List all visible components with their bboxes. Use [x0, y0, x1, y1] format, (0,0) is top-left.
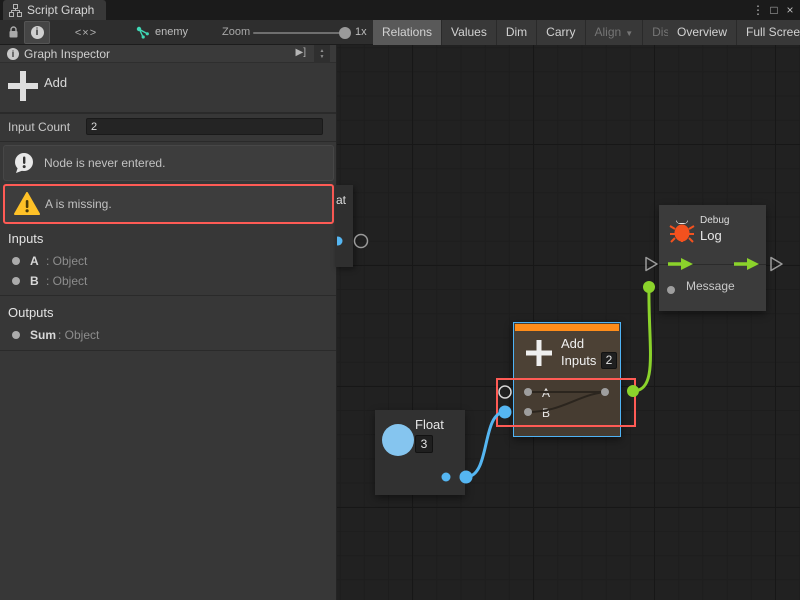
values-button[interactable]: Values [442, 20, 497, 45]
error-highlight-rect [496, 378, 636, 427]
zoom-slider-handle[interactable] [339, 27, 351, 39]
info-icon: i [7, 48, 19, 60]
dim-button[interactable]: Dim [497, 20, 537, 45]
port-dot-icon [12, 331, 20, 339]
node-title: Log [700, 228, 722, 243]
graph-name-breadcrumb[interactable]: enemy [155, 20, 188, 45]
maximize-icon[interactable]: □ [766, 3, 782, 17]
info-message-text: Node is never entered. [44, 156, 165, 170]
port-name: A [30, 254, 39, 268]
float-type-icon [382, 424, 414, 456]
zoom-value: 1x [355, 20, 367, 45]
inspector-header: i Graph Inspector ▶] ▲ ▼ [0, 45, 336, 63]
unconnected-port-circle[interactable] [355, 235, 368, 248]
navigation-group: Overview Full Screen [668, 20, 800, 45]
align-dropdown[interactable]: Align▼ [586, 20, 644, 45]
divider [0, 141, 336, 142]
add-node-icon [8, 69, 38, 103]
selected-node-title: Add [44, 75, 67, 90]
node-title: Add [561, 336, 584, 351]
chevron-down-icon: ▼ [625, 29, 633, 38]
info-icon: i [31, 26, 44, 39]
warning-message-box: A is missing. [3, 184, 334, 224]
carry-button[interactable]: Carry [537, 20, 585, 45]
node-title: Float [415, 417, 444, 432]
flow-output-triangle[interactable] [771, 258, 782, 271]
scrub-down-icon[interactable]: ▼ [320, 54, 325, 60]
scrubber-control[interactable]: ▲ ▼ [314, 45, 330, 63]
node-title: Debug [700, 215, 729, 226]
fullscreen-button[interactable]: Full Screen [737, 20, 800, 45]
close-icon[interactable]: × [782, 3, 798, 17]
input-count-field[interactable] [86, 118, 323, 135]
port-type: Object [46, 254, 87, 268]
node-title: at [336, 193, 346, 207]
selected-node-header: Add [0, 63, 336, 113]
float-node[interactable]: Float 3 [375, 410, 465, 495]
graph-canvas[interactable]: at Float 3 Add Inputs 2 A B [337, 45, 800, 600]
node-title: Inputs [561, 353, 596, 368]
warning-message-text: A is missing. [45, 197, 112, 211]
input-port-row-b: B Object [0, 272, 336, 290]
overview-button[interactable]: Overview [668, 20, 737, 45]
output-port-row-sum: Sum Object [0, 326, 336, 344]
debug-log-node[interactable]: Debug Log Message [659, 205, 766, 311]
lock-icon[interactable] [4, 20, 22, 45]
wire-sum-to-message[interactable] [633, 287, 650, 391]
input-count-badge: 2 [601, 352, 617, 369]
add-node-icon [526, 340, 552, 366]
port-dot-icon [12, 257, 20, 265]
input-port-row-a: A Object [0, 252, 336, 270]
divider [0, 295, 336, 296]
port-type: Object [46, 274, 87, 288]
input-count-row: Input Count [0, 114, 336, 141]
relations-button[interactable]: Relations [373, 20, 442, 45]
zoom-slider-track[interactable] [253, 32, 345, 34]
outputs-header: Outputs [8, 305, 54, 320]
flow-input-triangle[interactable] [646, 258, 657, 271]
zoom-label: Zoom [222, 20, 250, 45]
inspector-title: Graph Inspector [24, 47, 110, 61]
float-value-field[interactable]: 3 [415, 435, 433, 453]
info-message-box: Node is never entered. [3, 145, 334, 181]
bug-icon [669, 217, 695, 245]
port-name: Sum [30, 328, 56, 342]
graph-reference-icon [134, 20, 152, 45]
inputs-header: Inputs [8, 231, 43, 246]
graph-toolbar: i <×> enemy Zoom 1x Relations Values Dim… [0, 20, 800, 45]
tab-title: Script Graph [27, 3, 94, 17]
tab-script-graph[interactable]: Script Graph [3, 0, 106, 20]
inspector-toggle-button[interactable]: i [24, 21, 50, 44]
divider [0, 350, 336, 351]
dock-icon[interactable]: ▶] [296, 47, 306, 58]
port-type: Object [58, 328, 99, 342]
node-header-accent [515, 324, 619, 331]
unity-script-graph-window: Script Graph ⋮ □ × i <×> [0, 0, 800, 600]
wire-endpoint-dot[interactable] [643, 281, 655, 293]
port-dot-icon [12, 277, 20, 285]
code-view-icon[interactable]: <×> [66, 20, 106, 45]
script-graph-icon [9, 4, 22, 17]
message-port-label: Message [686, 279, 735, 293]
graph-inspector-panel: i Graph Inspector ▶] ▲ ▼ Add Input Count [0, 45, 337, 600]
window-controls: ⋮ □ × [750, 0, 798, 20]
warning-triangle-icon [14, 192, 40, 216]
title-bar: Script Graph ⋮ □ × [0, 0, 800, 20]
speech-bubble-icon [13, 152, 35, 174]
input-count-label: Input Count [8, 120, 70, 134]
divider [659, 264, 766, 265]
partial-float-node[interactable]: at [335, 185, 353, 267]
port-name: B [30, 274, 39, 288]
window-menu-icon[interactable]: ⋮ [750, 3, 766, 17]
